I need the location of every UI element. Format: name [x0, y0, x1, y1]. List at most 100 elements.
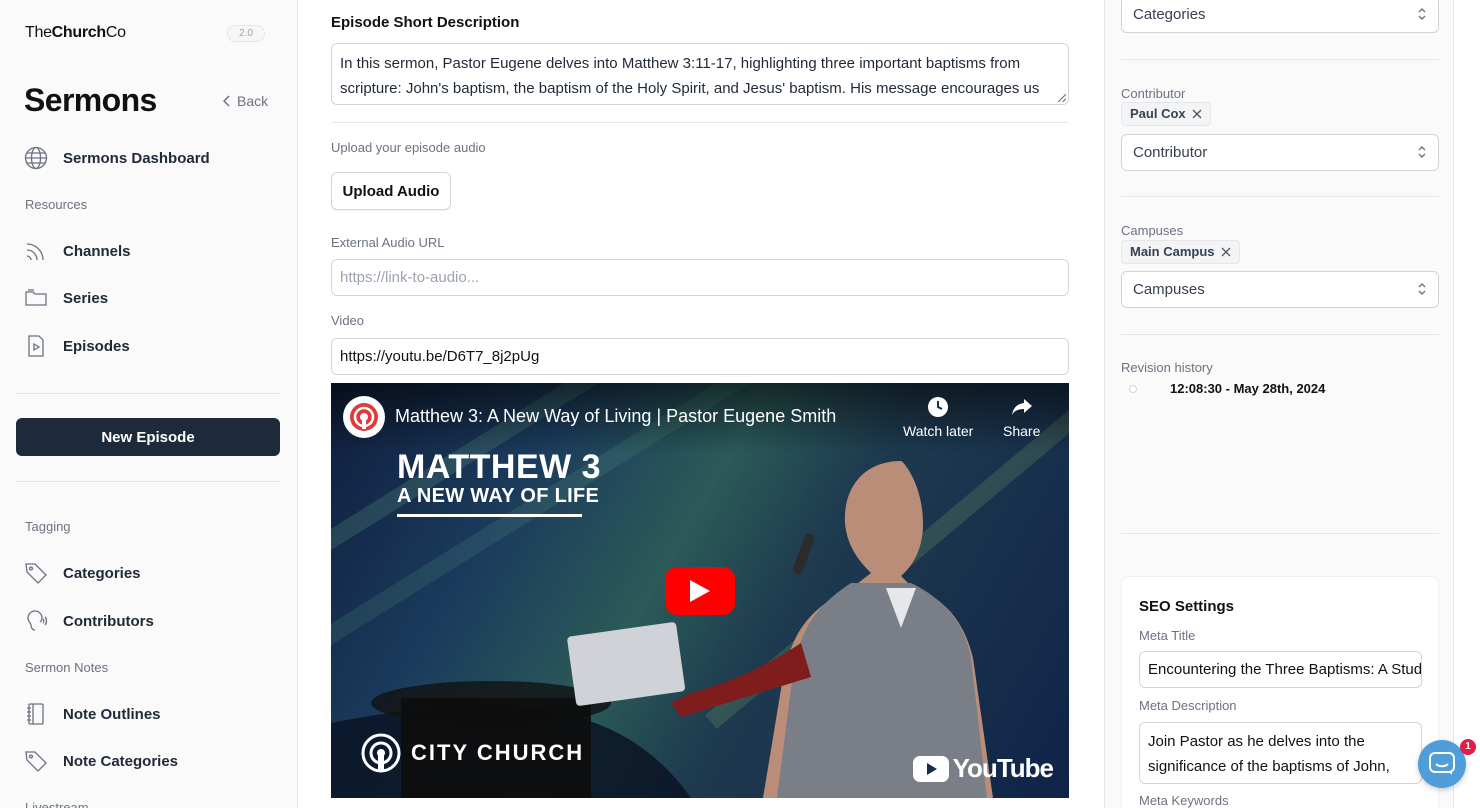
section-divider [1121, 533, 1439, 534]
church-logo: CITY CHURCH [361, 733, 584, 773]
section-label-livestream: Livestream [25, 800, 89, 808]
categories-select-value: Categories [1133, 6, 1206, 23]
section-divider [1121, 59, 1439, 60]
chevron-up-down-icon [1418, 8, 1426, 20]
section-label-tagging: Tagging [25, 519, 71, 534]
resize-handle-icon[interactable] [1057, 93, 1066, 102]
short-description-textarea[interactable]: In this sermon, Pastor Eugene delves int… [331, 43, 1069, 105]
meta-title-input[interactable]: Encountering the Three Baptisms: A Study [1139, 651, 1422, 688]
youtube-icon [912, 755, 949, 782]
folder-icon [25, 289, 47, 306]
remove-tag-icon[interactable] [1221, 247, 1231, 257]
external-audio-input[interactable]: https://link-to-audio... [331, 259, 1069, 296]
section-label-sermon-notes: Sermon Notes [25, 660, 109, 675]
contributor-select-value: Contributor [1133, 144, 1208, 161]
chevron-left-icon [223, 95, 230, 107]
thumbnail-title-rule [397, 514, 582, 517]
upload-audio-button[interactable]: Upload Audio [331, 172, 451, 210]
sidebar-item-note-outlines[interactable]: Note Outlines [24, 702, 161, 726]
sidebar-item-categories[interactable]: Categories [24, 561, 141, 585]
rss-icon [26, 243, 44, 261]
share-button[interactable]: Share [1003, 395, 1040, 439]
section-divider [1121, 196, 1439, 197]
episode-settings-panel: Categories Contributor Paul Cox Contribu… [1104, 0, 1454, 808]
campus-tag: Main Campus [1121, 240, 1240, 264]
meta-keywords-label: Meta Keywords [1139, 793, 1229, 808]
campuses-select[interactable]: Campuses [1121, 271, 1439, 308]
sidebar-item-label: Channels [63, 242, 131, 260]
channel-logo-icon [350, 403, 378, 431]
youtube-wordmark: YouTube [952, 753, 1054, 783]
church-logo-icon [361, 733, 401, 773]
sidebar: TheChurchCo 2.0 Sermons Back Sermons Das… [0, 0, 298, 808]
section-label-resources: Resources [25, 197, 88, 212]
revision-dot-icon [1129, 385, 1137, 393]
play-icon [690, 580, 710, 602]
sidebar-item-label: Note Outlines [63, 705, 161, 723]
watch-later-button[interactable]: Watch later [903, 395, 973, 439]
short-description-title: Episode Short Description [331, 14, 520, 31]
revision-history-label: Revision history [1121, 360, 1213, 375]
external-audio-label: External Audio URL [331, 235, 445, 250]
thumbnail-graphic-title: MATTHEW 3 A NEW WAY OF LIFE [397, 450, 601, 517]
chat-icon [1429, 752, 1455, 775]
contributor-label: Contributor [1121, 86, 1186, 101]
brand-logo[interactable]: TheChurchCo [25, 24, 126, 42]
meta-description-label: Meta Description [1139, 698, 1237, 713]
back-label: Back [237, 93, 269, 109]
campus-tag-label: Main Campus [1130, 244, 1215, 259]
sidebar-item-label: Sermons Dashboard [63, 149, 210, 167]
sidebar-item-label: Episodes [63, 337, 130, 355]
sidebar-item-label: Series [63, 289, 109, 307]
sidebar-item-contributors[interactable]: Contributors [24, 609, 154, 633]
sidebar-item-label: Contributors [63, 612, 154, 630]
back-link[interactable]: Back [223, 93, 268, 109]
sidebar-item-channels[interactable]: Channels [24, 239, 131, 263]
video-embed[interactable]: Matthew 3: A New Way of Living | Pastor … [331, 383, 1069, 798]
new-episode-button[interactable]: New Episode [16, 418, 280, 456]
watch-later-label: Watch later [903, 423, 974, 439]
tag-icon [25, 563, 47, 584]
section-divider [331, 122, 1069, 123]
revision-item[interactable]: 12:08:30 - May 28th, 2024 [1170, 381, 1325, 396]
chevron-up-down-icon [1418, 283, 1426, 295]
church-name: CITY CHURCH [411, 740, 585, 765]
thumbnail-title-line2: A NEW WAY OF LIFE [397, 485, 600, 507]
contributor-tag: Paul Cox [1121, 102, 1211, 126]
video-url-input[interactable]: https://youtu.be/D6T7_8j2pUg [331, 338, 1069, 375]
play-file-icon [28, 335, 44, 357]
campuses-label: Campuses [1121, 223, 1184, 238]
share-arrow-icon [1011, 399, 1032, 415]
clock-icon [928, 397, 949, 417]
sidebar-item-series[interactable]: Series [24, 286, 108, 310]
seo-settings-title: SEO Settings [1139, 598, 1235, 615]
contributor-select[interactable]: Contributor [1121, 134, 1439, 171]
youtube-logo[interactable]: YouTube [912, 753, 1054, 784]
meta-title-label: Meta Title [1139, 628, 1196, 643]
globe-icon [24, 146, 48, 170]
video-title[interactable]: Matthew 3: A New Way of Living | Pastor … [395, 406, 836, 427]
sidebar-item-note-categories[interactable]: Note Categories [24, 749, 178, 773]
chevron-up-down-icon [1418, 146, 1426, 158]
video-label: Video [331, 313, 365, 328]
sidebar-item-label: Note Categories [63, 752, 179, 770]
remove-tag-icon[interactable] [1192, 109, 1202, 119]
chat-notification-badge: 1 [1460, 739, 1476, 755]
notebook-icon [27, 703, 44, 725]
sidebar-item-episodes[interactable]: Episodes [24, 334, 130, 358]
chat-launcher-button[interactable] [1418, 740, 1466, 788]
sidebar-item-sermons-dashboard[interactable]: Sermons Dashboard [24, 146, 210, 170]
section-divider [1121, 334, 1439, 335]
categories-select[interactable]: Categories [1121, 0, 1439, 33]
tag-icon [25, 751, 47, 772]
sidebar-item-label: Categories [63, 564, 141, 582]
channel-avatar[interactable] [343, 396, 385, 438]
share-label: Share [1003, 423, 1041, 439]
episode-editor: Episode Short Description In this sermon… [298, 0, 1104, 808]
short-description-text: In this sermon, Pastor Eugene delves int… [340, 55, 1040, 97]
version-badge: 2.0 [227, 25, 265, 42]
sidebar-divider [16, 481, 280, 482]
meta-description-textarea[interactable]: Join Pastor as he delves into the signif… [1139, 722, 1422, 784]
thumbnail-title-line1: MATTHEW 3 [397, 448, 602, 486]
play-button[interactable] [665, 567, 735, 615]
